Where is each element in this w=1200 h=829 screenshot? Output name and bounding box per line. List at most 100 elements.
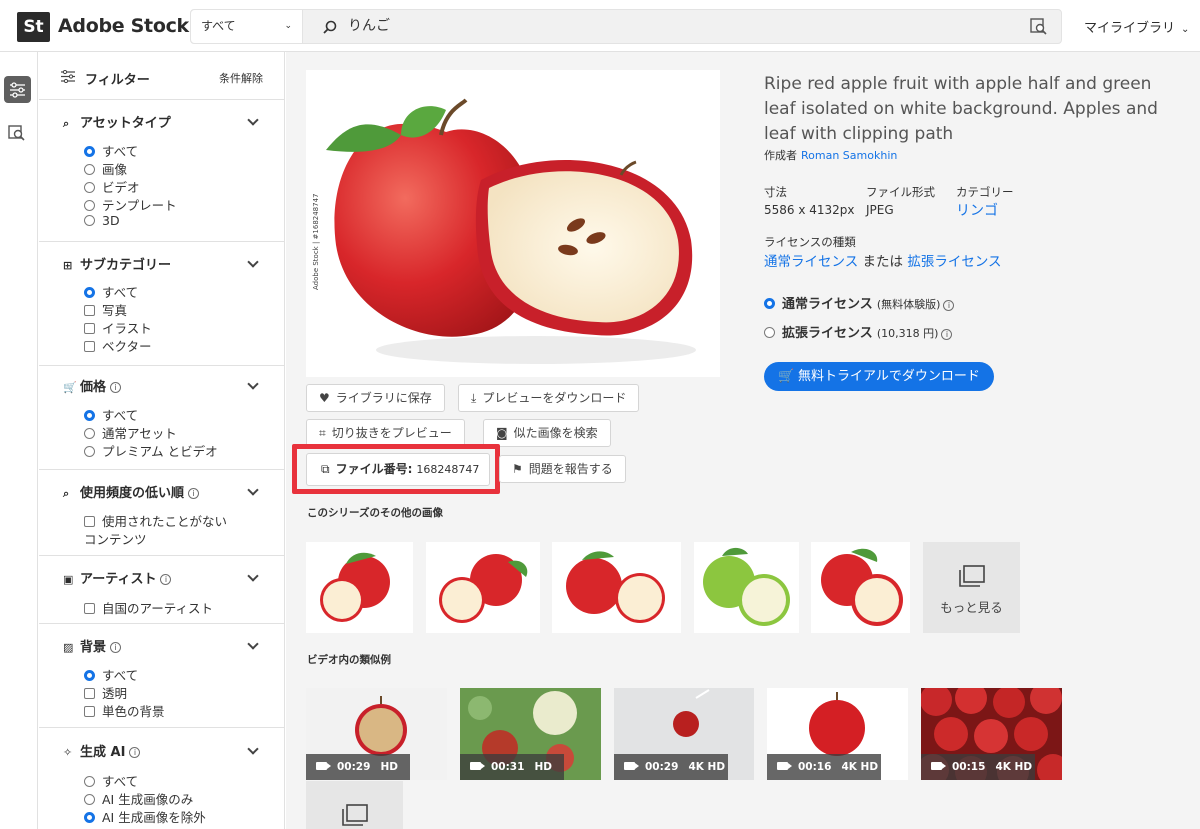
radio[interactable] xyxy=(84,446,95,457)
option-solid[interactable]: 単色の背景 xyxy=(84,701,165,720)
extended-license-option[interactable]: 拡張ライセンス (10,318 円) i xyxy=(764,322,953,341)
filter-toggle-button[interactable] xyxy=(4,76,31,103)
option-template[interactable]: テンプレート xyxy=(84,195,177,214)
option-transparent[interactable]: 透明 xyxy=(84,683,127,702)
clear-filters-link[interactable]: 条件解除 xyxy=(219,70,263,86)
chevron-down-icon[interactable] xyxy=(247,638,259,650)
radio-checked[interactable] xyxy=(84,410,95,421)
option-illustration[interactable]: イラスト xyxy=(84,318,152,337)
chevron-down-icon[interactable] xyxy=(247,114,259,126)
info-icon[interactable]: i xyxy=(110,642,122,653)
logo-text[interactable]: Adobe Stock xyxy=(58,15,189,37)
radio[interactable] xyxy=(84,182,95,193)
option-ai-only[interactable]: AI 生成画像のみ xyxy=(84,789,193,808)
radio[interactable] xyxy=(84,428,95,439)
info-icon[interactable]: i xyxy=(941,329,953,340)
report-issue-button[interactable]: ⚑ 問題を報告する xyxy=(499,455,626,483)
asset-preview-image[interactable]: Adobe Stock | #168248747 xyxy=(306,70,720,377)
series-thumbnail[interactable] xyxy=(811,542,910,633)
radio[interactable] xyxy=(84,200,95,211)
radio-checked[interactable] xyxy=(84,670,95,681)
checkbox[interactable] xyxy=(84,323,95,334)
subcategory-header[interactable]: ⊞ サブカテゴリー xyxy=(63,254,171,273)
checkbox[interactable] xyxy=(84,516,95,527)
radio-checked[interactable] xyxy=(84,146,95,157)
checkbox[interactable] xyxy=(84,706,95,717)
info-icon[interactable]: i xyxy=(160,574,172,585)
option-local-artist[interactable]: 自国のアーティスト xyxy=(84,598,213,617)
search-input[interactable]: りんご xyxy=(348,10,390,43)
extended-license-link[interactable]: 拡張ライセンス xyxy=(907,254,1001,270)
find-similar-button[interactable]: ◙ 似た画像を検索 xyxy=(483,419,611,447)
asset-type-header[interactable]: ⌕ アセットタイプ xyxy=(63,112,171,131)
option-all[interactable]: すべて xyxy=(84,665,138,684)
option-exclude-ai[interactable]: AI 生成画像を除外 xyxy=(84,807,206,826)
standard-license-option[interactable]: 通常ライセンス (無料体験版) i xyxy=(764,293,955,312)
visual-search-rail-icon[interactable] xyxy=(8,124,26,146)
visual-search-icon[interactable] xyxy=(1030,18,1047,39)
option-all[interactable]: すべて xyxy=(84,282,138,301)
option-vector[interactable]: ベクター xyxy=(84,336,152,355)
option-photo[interactable]: 写真 xyxy=(84,300,127,319)
chevron-down-icon[interactable] xyxy=(247,256,259,268)
info-icon[interactable]: i xyxy=(110,382,122,393)
video-thumbnail[interactable]: 00:29 HD xyxy=(306,688,447,780)
free-trial-download-button[interactable]: 🛒 無料トライアルでダウンロード xyxy=(764,362,994,391)
video-thumbnail[interactable]: 00:31 HD xyxy=(460,688,601,780)
category-link[interactable]: リンゴ xyxy=(956,200,998,220)
artist-header[interactable]: ▣ アーティスト i xyxy=(63,568,172,587)
option-all[interactable]: すべて xyxy=(84,405,138,424)
see-more-videos-tile[interactable] xyxy=(306,781,403,829)
radio-checked[interactable] xyxy=(84,287,95,298)
adobe-stock-logo[interactable]: St xyxy=(17,12,50,42)
checkbox[interactable] xyxy=(84,603,95,614)
subcategory-section: ⊞ サブカテゴリー すべて 写真 イラスト ベクター xyxy=(39,242,285,366)
save-to-library-button[interactable]: ♥ ライブラリに保存 xyxy=(306,384,445,412)
option-image[interactable]: 画像 xyxy=(84,159,127,178)
video-thumbnail[interactable]: 00:15 4K HD xyxy=(921,688,1062,780)
option-all[interactable]: すべて xyxy=(84,771,138,790)
file-id-copy-button[interactable]: ⧉ ファイル番号: 168248747 xyxy=(306,453,490,486)
checkbox[interactable] xyxy=(84,341,95,352)
series-thumbnail[interactable] xyxy=(552,542,681,633)
series-thumbnail[interactable] xyxy=(426,542,540,633)
my-library-menu[interactable]: マイライブラリ ⌄ xyxy=(1084,17,1189,36)
radio[interactable] xyxy=(84,794,95,805)
standard-license-link[interactable]: 通常ライセンス xyxy=(764,254,858,270)
series-thumbnail[interactable] xyxy=(306,542,413,633)
option-all[interactable]: すべて xyxy=(84,141,138,160)
option-3d[interactable]: 3D xyxy=(84,213,120,228)
author-link[interactable]: Roman Samokhin xyxy=(801,149,897,162)
video-thumbnail[interactable]: 00:29 4K HD xyxy=(614,688,754,780)
info-icon[interactable]: i xyxy=(129,747,141,758)
info-icon[interactable]: i xyxy=(943,300,955,311)
background-header[interactable]: ▨ 背景 i xyxy=(63,636,122,655)
chevron-down-icon[interactable] xyxy=(247,570,259,582)
download-icon: ⤓ xyxy=(471,391,477,405)
option-video[interactable]: ビデオ xyxy=(84,177,140,196)
radio[interactable] xyxy=(764,327,775,338)
crop-preview-button[interactable]: ⌗ 切り抜きをプレビュー xyxy=(306,419,465,447)
chevron-down-icon[interactable] xyxy=(247,484,259,496)
series-thumbnail[interactable] xyxy=(694,542,799,633)
option-standard[interactable]: 通常アセット xyxy=(84,423,177,442)
download-preview-button[interactable]: ⤓ プレビューをダウンロード xyxy=(458,384,640,412)
radio-checked[interactable] xyxy=(84,812,95,823)
checkbox[interactable] xyxy=(84,305,95,316)
gen-ai-header[interactable]: ✧ 生成 AI i xyxy=(63,741,141,760)
usage-header[interactable]: ⌕ 使用頻度の低い順 i xyxy=(63,482,200,501)
price-header[interactable]: 🛒 価格 i xyxy=(63,376,122,395)
asset-type-dropdown[interactable]: すべて ⌄ xyxy=(191,10,303,43)
radio[interactable] xyxy=(84,776,95,787)
option-never-used[interactable]: 使用されたことがない xyxy=(84,511,227,530)
checkbox[interactable] xyxy=(84,688,95,699)
chevron-down-icon[interactable] xyxy=(247,378,259,390)
radio[interactable] xyxy=(84,215,95,226)
info-icon[interactable]: i xyxy=(188,488,200,499)
chevron-down-icon[interactable] xyxy=(247,743,259,755)
video-thumbnail[interactable]: 00:16 4K HD xyxy=(767,688,908,780)
see-more-tile[interactable]: もっと見る xyxy=(923,542,1020,633)
radio[interactable] xyxy=(84,164,95,175)
radio-checked[interactable] xyxy=(764,298,775,309)
option-premium[interactable]: プレミアム とビデオ xyxy=(84,441,218,460)
